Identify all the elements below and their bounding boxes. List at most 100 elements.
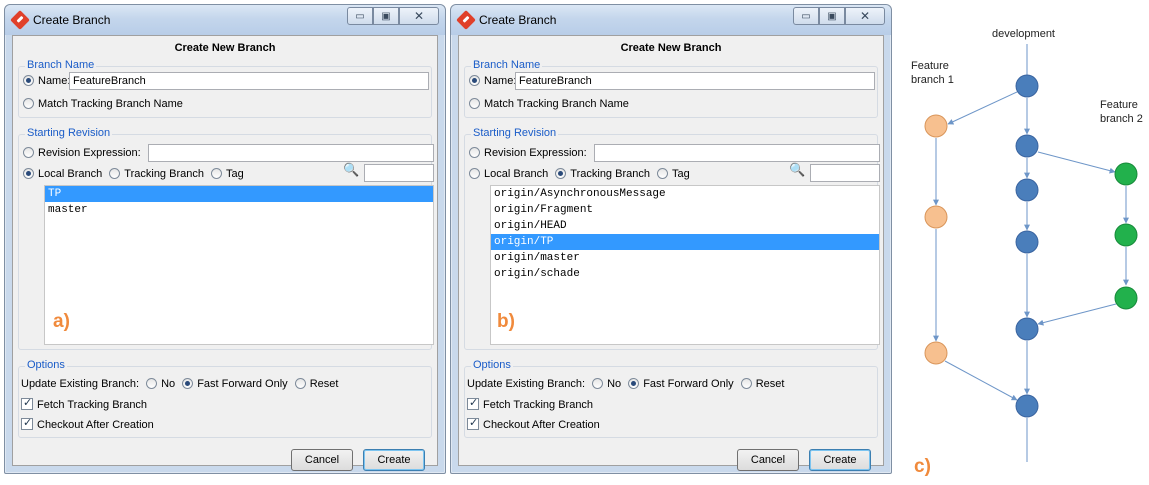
fetch-tracking-row: Fetch Tracking Branch (467, 396, 594, 411)
group-label: Branch Name (471, 59, 543, 71)
fetch-tracking-label: Fetch Tracking Branch (483, 399, 594, 411)
revision-expression-input[interactable] (148, 144, 434, 162)
commit-node-development (1015, 134, 1039, 158)
name-radio[interactable] (23, 75, 34, 86)
list-item[interactable]: TP (45, 186, 433, 202)
branch-name-input[interactable]: FeatureBranch (69, 72, 429, 90)
commit-node-feature-2 (1114, 162, 1138, 186)
minimize-icon[interactable]: ▭ (347, 7, 373, 25)
branch-name-input[interactable]: FeatureBranch (515, 72, 875, 90)
list-item[interactable]: origin/AsynchronousMessage (491, 186, 879, 202)
local-branch-label: Local Branch (38, 168, 103, 180)
commit-node-development (1015, 317, 1039, 341)
edge (1037, 151, 1116, 174)
update-reset-radio[interactable] (740, 378, 752, 389)
maximize-icon[interactable]: ▣ (819, 7, 845, 25)
search-icon[interactable]: 🔍 (343, 163, 359, 178)
tracking-branch-radio[interactable] (555, 168, 567, 179)
update-no-radio[interactable] (146, 378, 158, 389)
revision-expression-radio[interactable] (469, 147, 480, 158)
revision-expression-input[interactable] (594, 144, 880, 162)
tracking-branch-radio[interactable] (109, 168, 121, 179)
create-button[interactable]: Create (363, 449, 425, 471)
group-label: Options (471, 359, 513, 371)
update-no-radio[interactable] (592, 378, 604, 389)
list-item[interactable]: origin/HEAD (491, 218, 879, 234)
tag-radio[interactable] (657, 168, 669, 179)
match-tracking-row: Match Tracking Branch Name (469, 98, 629, 110)
commit-node-development (1015, 394, 1039, 418)
update-reset-label: Reset (755, 378, 785, 390)
revision-expression-row: Revision Expression: (23, 147, 141, 159)
checkout-checkbox[interactable] (21, 416, 33, 430)
maximize-icon[interactable]: ▣ (373, 7, 399, 25)
list-item[interactable]: master (45, 202, 433, 218)
update-no-label: No (607, 378, 622, 390)
close-icon[interactable]: ✕ (845, 7, 885, 25)
checkout-label: Checkout After Creation (37, 419, 154, 431)
branch-filter-input[interactable] (364, 164, 434, 182)
revision-expression-label: Revision Expression: (484, 147, 587, 159)
tag-label: Tag (672, 168, 690, 180)
revision-expression-radio[interactable] (23, 147, 34, 158)
dialog-body: Create New Branch Branch Name Name: Feat… (458, 35, 884, 471)
window-title: Create Branch (479, 13, 557, 27)
name-radio[interactable] (469, 75, 480, 86)
name-row: Name: (469, 75, 516, 87)
list-item[interactable]: origin/Fragment (491, 202, 879, 218)
edge (947, 91, 1018, 125)
update-ff-radio[interactable] (182, 378, 194, 389)
commit-node-feature-2 (1114, 223, 1138, 247)
options-group: Options Update Existing Branch: No Fast … (18, 359, 432, 438)
update-existing-row: Update Existing Branch: No Fast Forward … (21, 378, 338, 390)
checkout-checkbox[interactable] (467, 416, 479, 430)
source-row: Local Branch Tracking Branch Tag (23, 168, 244, 180)
match-tracking-radio[interactable] (469, 98, 480, 109)
title-bar[interactable]: Create Branch ▭ ▣ ✕ (451, 5, 891, 35)
branch-name-group: Branch Name Name: FeatureBranch Match Tr… (464, 59, 878, 118)
list-item[interactable]: origin/master (491, 250, 879, 266)
update-ff-label: Fast Forward Only (643, 378, 734, 390)
update-reset-label: Reset (309, 378, 339, 390)
fetch-tracking-checkbox[interactable] (467, 396, 479, 410)
fetch-tracking-label: Fetch Tracking Branch (37, 399, 148, 411)
panel-label-b: b) (497, 311, 515, 332)
checkout-row: Checkout After Creation (467, 416, 600, 431)
cancel-button[interactable]: Cancel (291, 449, 353, 471)
tag-label: Tag (226, 168, 244, 180)
create-branch-window-a: Create Branch ▭ ▣ ✕ Create New Branch Br… (4, 4, 446, 474)
create-button[interactable]: Create (809, 449, 871, 471)
cancel-button[interactable]: Cancel (737, 449, 799, 471)
source-row: Local Branch Tracking Branch Tag (469, 168, 690, 180)
match-tracking-label: Match Tracking Branch Name (484, 98, 629, 110)
local-branch-radio[interactable] (469, 168, 480, 179)
fetch-tracking-row: Fetch Tracking Branch (21, 396, 148, 411)
branch-graph (924, 44, 1138, 462)
minimize-icon[interactable]: ▭ (793, 7, 819, 25)
name-label: Name: (484, 75, 517, 87)
match-tracking-radio[interactable] (23, 98, 34, 109)
local-branch-radio[interactable] (23, 168, 34, 179)
close-icon[interactable]: ✕ (399, 7, 439, 25)
branch-list[interactable]: TP master (44, 185, 434, 345)
fetch-tracking-checkbox[interactable] (21, 396, 33, 410)
git-app-icon (10, 10, 30, 30)
create-branch-window-b: Create Branch ▭ ▣ ✕ Create New Branch Br… (450, 4, 892, 474)
branch-filter-input[interactable] (810, 164, 880, 182)
search-icon[interactable]: 🔍 (789, 163, 805, 178)
update-reset-radio[interactable] (294, 378, 306, 389)
group-label: Options (25, 359, 67, 371)
update-ff-radio[interactable] (628, 378, 640, 389)
branch-list[interactable]: origin/AsynchronousMessage origin/Fragme… (490, 185, 880, 345)
update-ff-label: Fast Forward Only (197, 378, 288, 390)
update-no-label: No (161, 378, 176, 390)
update-existing-label: Update Existing Branch: (21, 378, 140, 390)
title-bar[interactable]: Create Branch ▭ ▣ ✕ (5, 5, 445, 35)
list-item[interactable]: origin/TP (491, 234, 879, 250)
commit-node-feature-1 (924, 114, 948, 138)
list-item[interactable]: origin/schade (491, 266, 879, 282)
edge (1037, 303, 1117, 326)
tag-radio[interactable] (211, 168, 223, 179)
update-existing-row: Update Existing Branch: No Fast Forward … (467, 378, 784, 390)
update-existing-label: Update Existing Branch: (467, 378, 586, 390)
